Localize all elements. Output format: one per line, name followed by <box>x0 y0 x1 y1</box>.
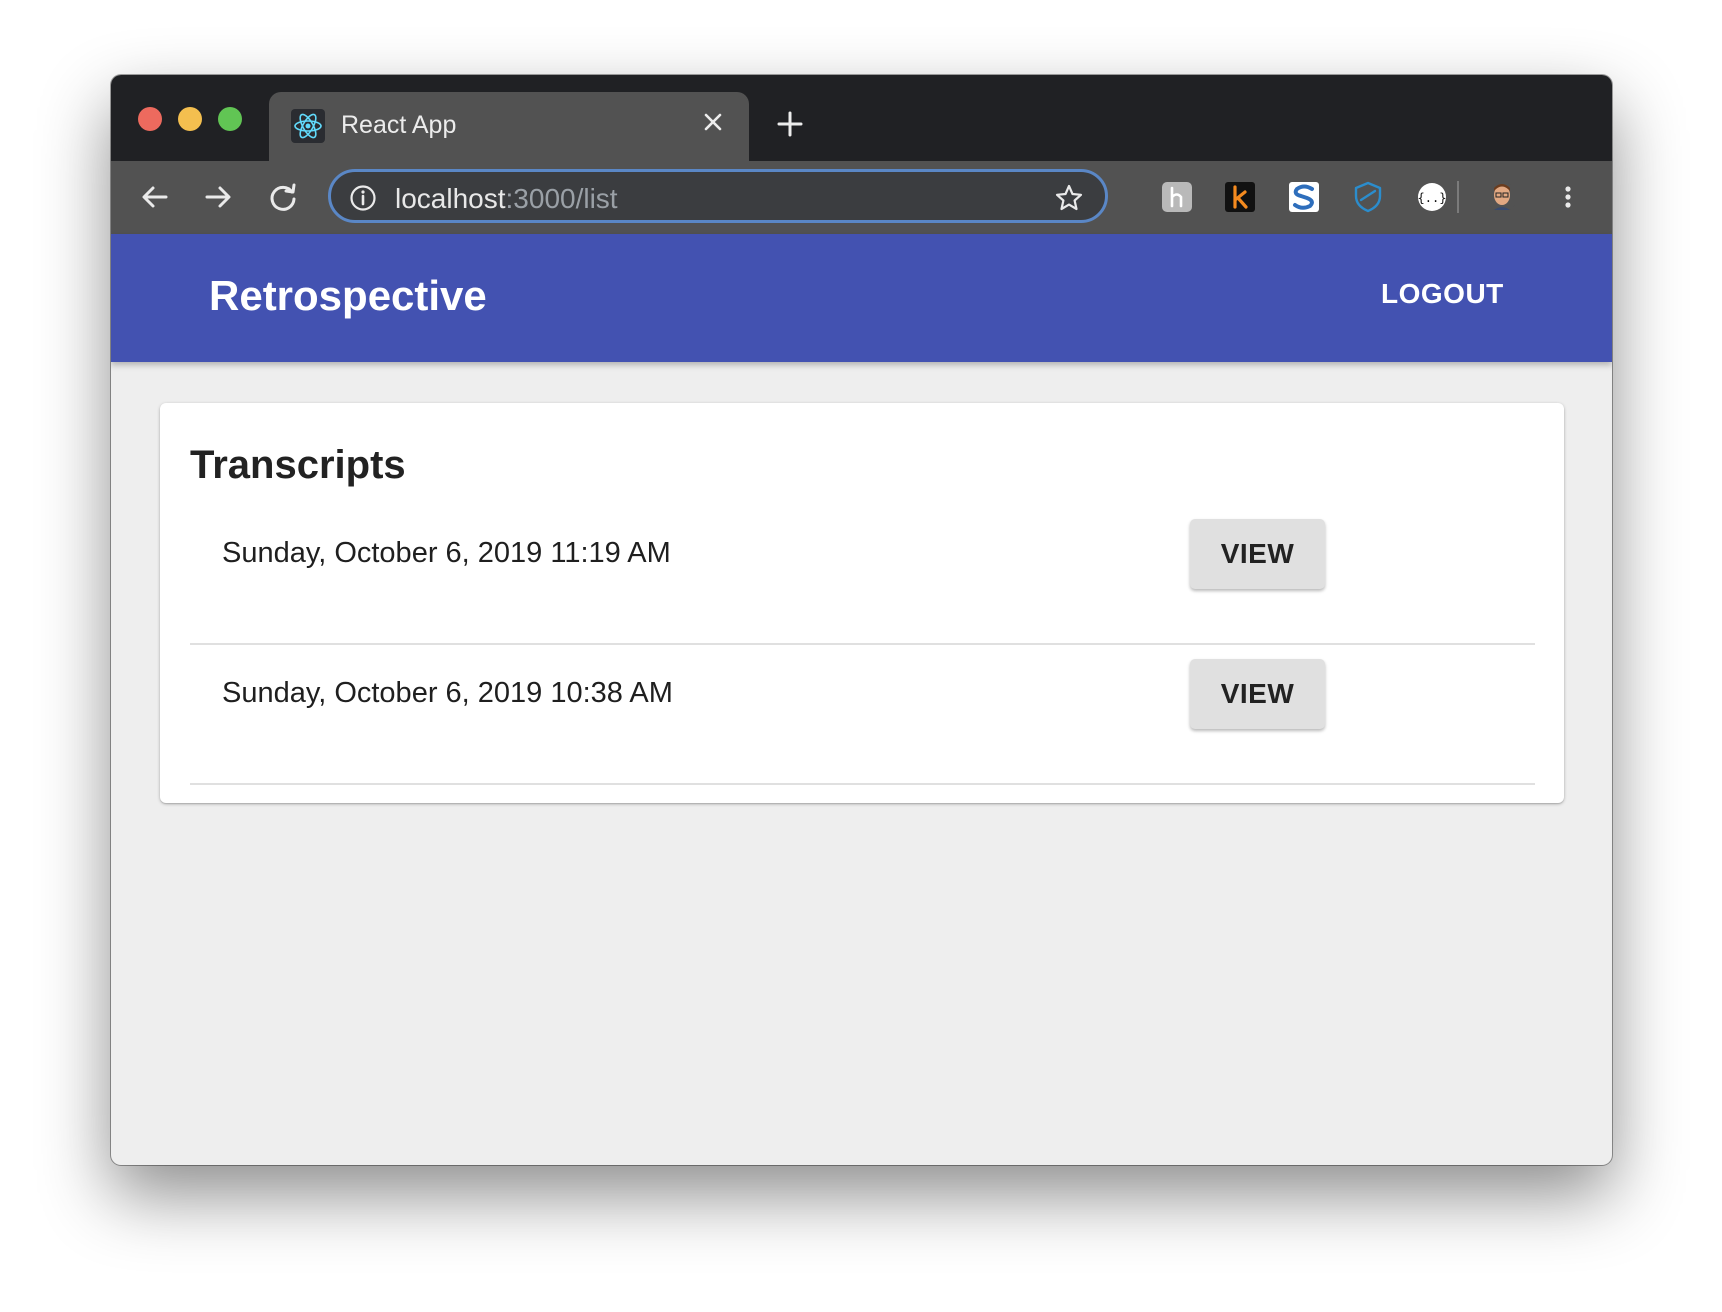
tab-strip: React App <box>111 75 1612 161</box>
app-title: Retrospective <box>209 272 487 319</box>
back-arrow-icon[interactable] <box>139 181 171 213</box>
hypothesis-extension-icon[interactable] <box>1160 180 1194 214</box>
new-tab-icon[interactable] <box>775 109 805 139</box>
maximize-window-button[interactable] <box>218 107 242 131</box>
kebab-menu-icon[interactable] <box>1551 180 1585 214</box>
url-host: localhost <box>395 183 506 214</box>
svg-text:{..}: {..} <box>1418 191 1447 205</box>
transcript-date: Sunday, October 6, 2019 11:19 AM <box>222 537 671 569</box>
url-text[interactable]: localhost:3000/list <box>395 183 618 215</box>
info-icon[interactable] <box>349 184 377 212</box>
browser-window: React App localhost:3000/list {..} Retro… <box>111 75 1612 1165</box>
browser-toolbar: localhost:3000/list {..} <box>111 161 1612 234</box>
s-extension-icon[interactable] <box>1287 180 1321 214</box>
json-extension-icon[interactable]: {..} <box>1415 180 1449 214</box>
toolbar-separator <box>1457 181 1459 213</box>
shield-extension-icon[interactable] <box>1351 180 1385 214</box>
minimize-window-button[interactable] <box>178 107 202 131</box>
transcripts-heading: Transcripts <box>190 443 406 487</box>
k-extension-icon[interactable] <box>1223 180 1257 214</box>
forward-arrow-icon[interactable] <box>202 181 234 213</box>
transcripts-card: Transcripts Sunday, October 6, 2019 11:1… <box>160 403 1564 803</box>
react-icon <box>291 109 325 143</box>
close-tab-icon[interactable] <box>699 108 727 136</box>
list-item: Sunday, October 6, 2019 10:38 AM VIEW <box>190 645 1535 785</box>
profile-avatar-icon[interactable] <box>1485 180 1519 214</box>
address-bar[interactable]: localhost:3000/list <box>328 169 1108 223</box>
view-button[interactable]: VIEW <box>1190 659 1325 729</box>
transcript-date: Sunday, October 6, 2019 10:38 AM <box>222 677 673 709</box>
view-button[interactable]: VIEW <box>1190 519 1325 589</box>
url-path: :3000/list <box>505 183 618 214</box>
bookmark-star-icon[interactable] <box>1054 183 1084 213</box>
app-bar: Retrospective LOGOUT <box>111 234 1612 362</box>
reload-icon[interactable] <box>267 181 299 213</box>
logout-button[interactable]: LOGOUT <box>1381 278 1504 310</box>
tab-title: React App <box>341 111 457 139</box>
browser-tab[interactable]: React App <box>269 92 749 161</box>
close-window-button[interactable] <box>138 107 162 131</box>
list-item: Sunday, October 6, 2019 11:19 AM VIEW <box>190 505 1535 645</box>
